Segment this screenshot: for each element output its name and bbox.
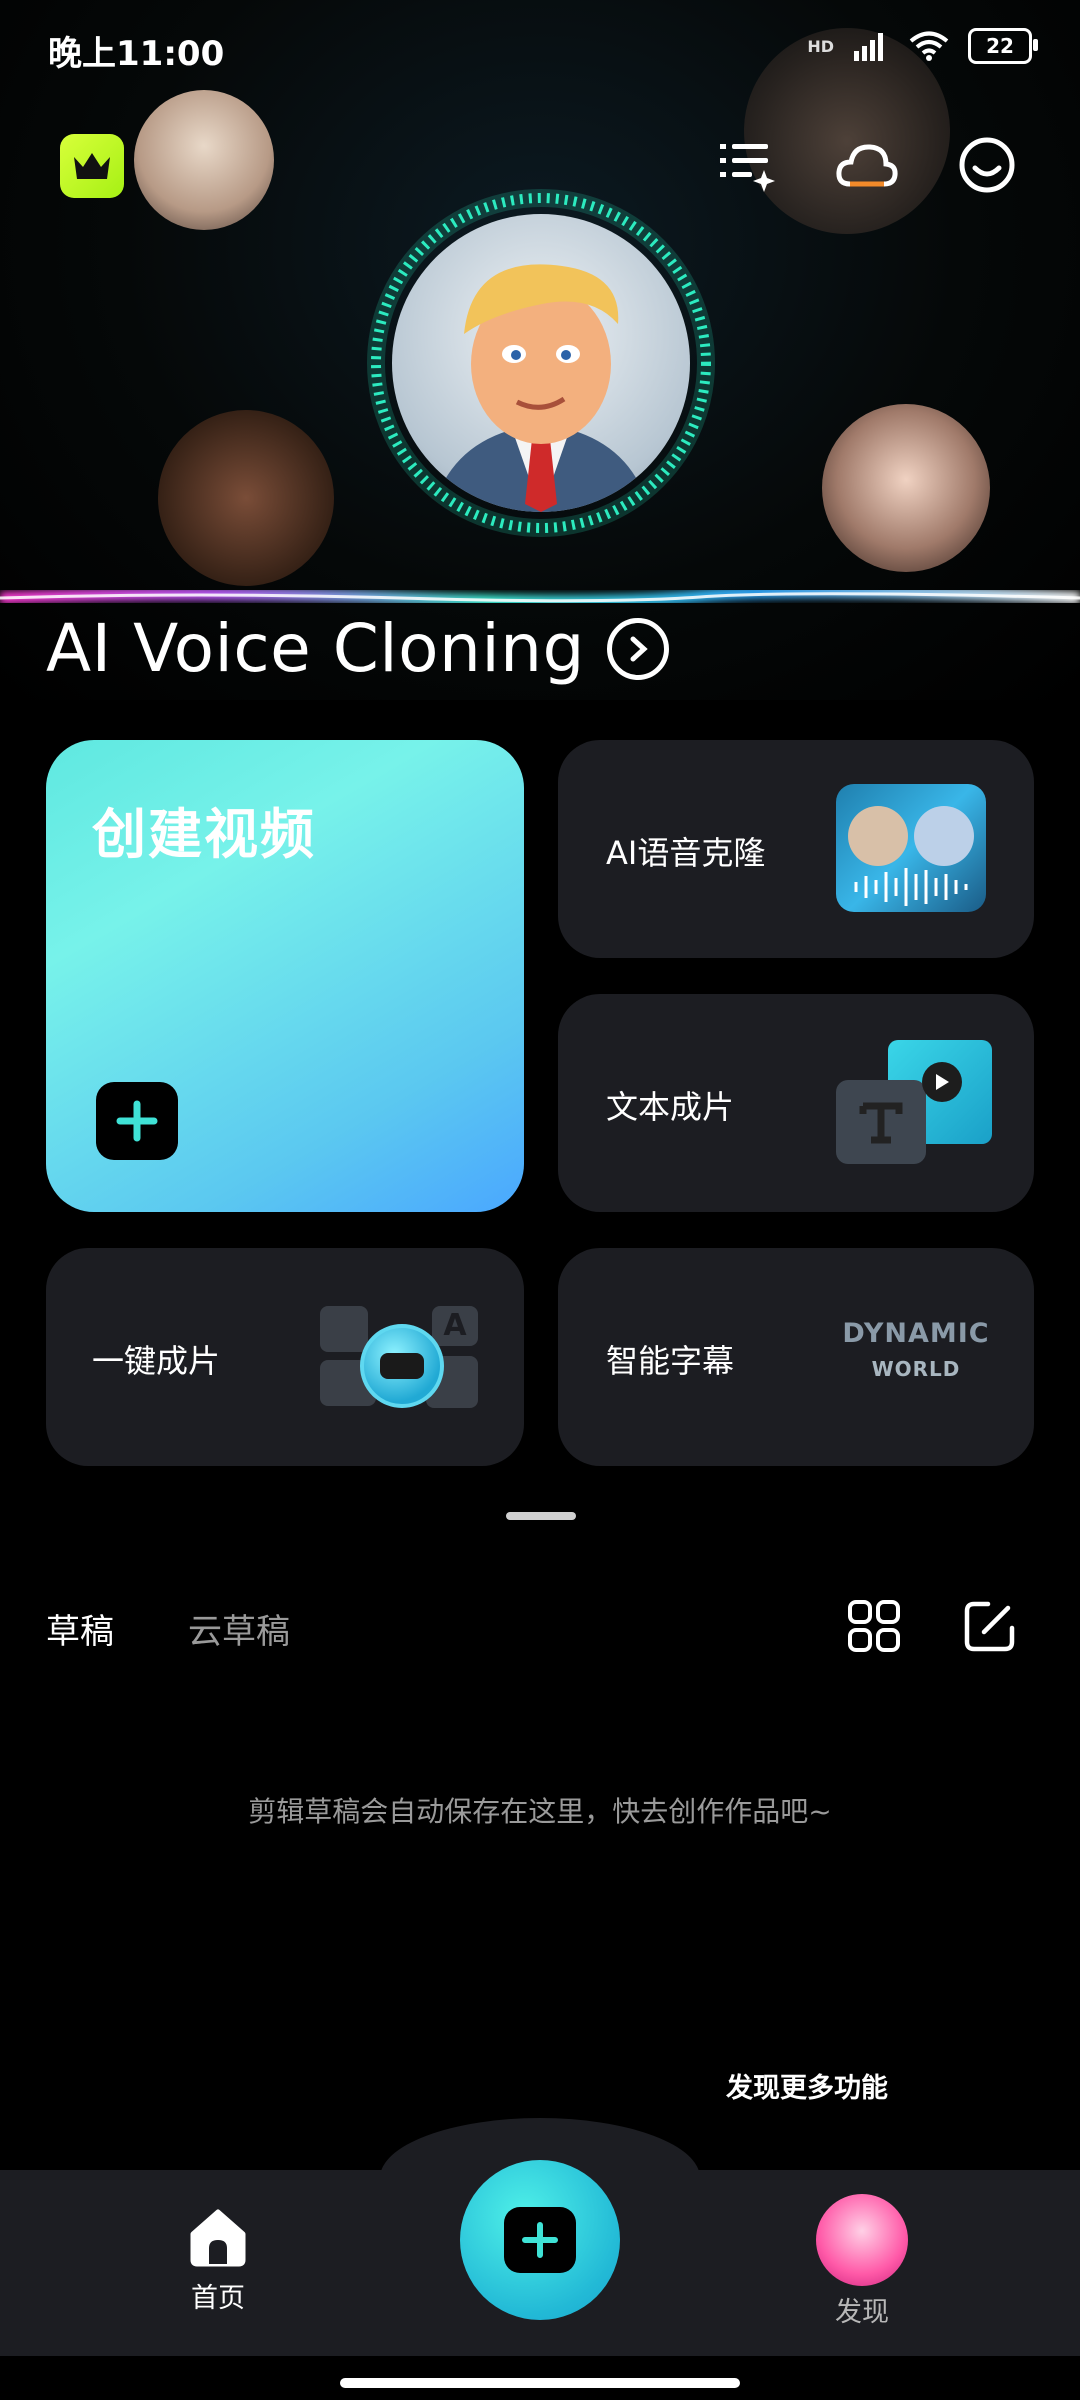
voice-clone-thumbnail [836,784,986,912]
smart-subtitle-label: 智能字幕 [606,1342,735,1380]
create-video-title: 创建视频 [92,803,316,866]
wifi-icon [909,31,949,61]
hero-title: AI Voice Cloning [46,610,585,687]
smart-subtitle-thumbnail: DYNAMIC WORLD [826,1318,1006,1398]
network-label: HD [807,36,834,56]
one-click-video-label: 一键成片 [92,1342,221,1380]
drag-handle[interactable] [506,1512,576,1520]
voice-avatar-woman-dark-hair[interactable] [822,404,990,572]
ai-voice-clone-card[interactable]: AI语音克隆 [558,740,1034,958]
hero-title-link[interactable]: AI Voice Cloning [46,610,669,687]
nav-home-label: 首页 [191,2283,245,2314]
featured-voice-avatar[interactable] [392,214,690,512]
plus-icon [96,1082,178,1160]
plus-icon [504,2207,576,2273]
battery-indicator: 22 [968,28,1038,64]
text-to-video-thumbnail [836,1040,996,1170]
voice-avatar-woman-blonde[interactable] [134,90,274,230]
nav-discover-label: 发现 [835,2297,889,2328]
signal-icon [854,33,883,61]
home-indicator[interactable] [340,2378,740,2388]
tab-drafts[interactable]: 草稿 [46,1604,114,1653]
cloud-button[interactable] [832,130,902,200]
status-icons: HD 22 [807,28,1038,64]
voice-avatar-woman-curly[interactable] [158,410,334,586]
crown-icon [74,153,110,179]
nav-discover[interactable]: 发现 [812,2194,912,2329]
one-click-video-card[interactable]: 一键成片 A [46,1248,524,1466]
chevron-right-icon [606,617,669,680]
tasks-button[interactable] [712,130,782,200]
status-time: 晚上11:00 [48,34,225,74]
nav-home[interactable]: 首页 [168,2204,268,2315]
discover-more-tip[interactable]: 发现更多功能 [726,2066,888,2105]
cartoon-man-illustration [432,264,650,512]
smiley-icon [959,137,1015,193]
one-click-video-thumbnail: A [320,1306,480,1410]
edit-drafts-button[interactable] [962,1598,1018,1654]
text-to-video-card[interactable]: 文本成片 [558,994,1034,1212]
drafts-empty-message: 剪辑草稿会自动保存在这里，快去创作作品吧~ [248,1795,832,1828]
ai-voice-clone-label: AI语音克隆 [606,834,766,872]
vip-crown-button[interactable] [60,134,124,198]
create-video-card[interactable]: 创建视频 [46,740,524,1212]
text-to-video-label: 文本成片 [606,1088,735,1126]
list-sparkle-icon [720,144,775,192]
cloud-icon [836,144,898,187]
grid-icon [848,1600,900,1652]
discover-avatar [816,2194,908,2286]
battery-level: 22 [986,34,1014,58]
home-icon [190,2209,246,2267]
grid-view-button[interactable] [846,1598,902,1654]
create-fab-button[interactable] [460,2160,620,2320]
subtitle-sample-line1: DYNAMIC [842,1318,990,1349]
subtitle-sample-line2: WORLD [871,1357,961,1381]
smart-subtitle-card[interactable]: 智能字幕 DYNAMIC WORLD [558,1248,1034,1466]
tab-cloud-drafts[interactable]: 云草稿 [188,1604,290,1653]
profile-button[interactable] [952,130,1022,200]
edit-icon [964,1601,1015,1652]
